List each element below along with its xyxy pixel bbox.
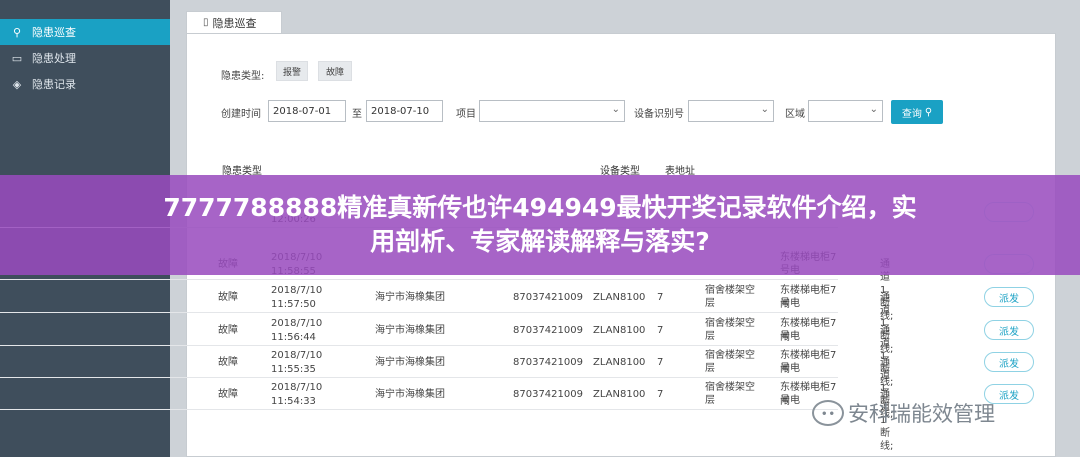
chevron-down-icon: ⌄ [760, 104, 769, 115]
watermark-text: 安科瑞能效管理 [848, 402, 995, 426]
banner-line-2: 用剖析、专家解读解释与落实? [370, 227, 710, 256]
dispatch-button[interactable]: 派发 [984, 352, 1034, 372]
cell-project: 海宁市海橡集团 [375, 292, 445, 303]
project-label: 项目 [456, 109, 476, 120]
tab-inspection[interactable]: ▯ 隐患巡查 [186, 11, 282, 33]
cell-address: 7 [657, 389, 664, 400]
banner-line-1: 7777788888精准真新传也许494949最快开奖记录软件介绍，实 [163, 193, 917, 222]
table-row: 故障 2018/7/10 11:55:35 海宁市海橡集团 87037421009 ZLA… [0, 346, 1034, 420]
chevron-down-icon: ⌄ [869, 104, 878, 115]
overlay-banner: 7777788888精准真新传也许494949最快开奖记录软件介绍，实 用剖析、… [0, 175, 1080, 275]
date-from-input[interactable]: 2018-07-01 [268, 100, 346, 122]
cell-type: 故障 [218, 389, 238, 400]
query-button[interactable]: 查询 ⚲ [891, 100, 943, 124]
type-option-alarm[interactable]: 报警 [276, 61, 308, 81]
cell-area: 宿舍楼架空层 [705, 350, 755, 374]
document-icon: ▯ [203, 17, 209, 28]
monitor-icon: ▭ [11, 51, 23, 65]
cell-time-date: 2018/7/10 [271, 285, 323, 296]
cell-time-date: 2018/7/10 [271, 382, 323, 393]
cell-area: 宿舍楼架空层 [705, 382, 755, 406]
cell-device-type: ZLAN8100 [593, 389, 646, 400]
table-row: 故障 2018/7/10 11:56:44 海宁市海橡集团 87037421009 ZLA… [0, 314, 1034, 388]
cell-project: 海宁市海橡集团 [375, 389, 445, 400]
cell-address: 7 [657, 325, 664, 336]
date-range-separator: 至 [352, 109, 362, 120]
cell-address: 7 [657, 292, 664, 303]
cell-project: 海宁市海橡集团 [375, 325, 445, 336]
device-id-label: 设备识别号 [634, 109, 684, 120]
cell-time-date: 2018/7/10 [271, 318, 323, 329]
search-icon: ⚲ [924, 106, 933, 118]
cell-project: 海宁市海橡集团 [375, 357, 445, 368]
sidebar-item-label: 隐患处理 [32, 52, 76, 65]
type-option-fault[interactable]: 故障 [318, 61, 352, 81]
cell-device-id: 87037421009 [513, 357, 583, 368]
cell-device-id: 87037421009 [513, 389, 583, 400]
date-to-input[interactable]: 2018-07-10 [366, 100, 443, 122]
watermark: ∙∙ 安科瑞能效管理 [812, 398, 995, 428]
cell-device-type: ZLAN8100 [593, 357, 646, 368]
dispatch-button[interactable]: 派发 [984, 320, 1034, 340]
sidebar-item-inspection[interactable]: ⚲ 隐患巡查 [0, 19, 170, 45]
query-button-label: 查询 [901, 108, 922, 120]
area-select[interactable]: ⌄ [808, 100, 883, 122]
cell-area: 宿舍楼架空层 [705, 285, 755, 309]
cell-device-type: ZLAN8100 [593, 292, 646, 303]
cell-type: 故障 [218, 292, 238, 303]
cell-position-2: 闸 [780, 299, 790, 310]
cell-type: 故障 [218, 357, 238, 368]
dispatch-button[interactable]: 派发 [984, 287, 1034, 307]
sidebar-item-records[interactable]: ◈ 隐患记录 [0, 71, 170, 97]
table-row: 故障 2018/7/10 11:54:33 海宁市海橡集团 87037421009 ZLA… [0, 378, 1034, 452]
cell-position-2: 闸 [780, 332, 790, 343]
project-select[interactable]: ⌄ [479, 100, 625, 122]
cell-position-2: 闸 [780, 396, 790, 407]
cell-time-clock: 11:54:33 [271, 396, 316, 407]
sidebar-item-handling[interactable]: ▭ 隐患处理 [0, 45, 170, 71]
device-id-select[interactable]: ⌄ [688, 100, 774, 122]
sidebar-item-label: 隐患巡查 [32, 26, 76, 39]
table-row: 故障 2018/7/10 11:57:50 海宁市海橡集团 87037421009 ZLA… [0, 281, 1034, 355]
tab-label: 隐患巡查 [212, 16, 257, 30]
type-filter-label: 隐患类型: [221, 71, 265, 82]
cell-time-clock: 11:56:44 [271, 332, 316, 343]
chevron-down-icon: ⌄ [611, 104, 620, 115]
cell-time-clock: 11:55:35 [271, 364, 316, 375]
cell-type: 故障 [218, 325, 238, 336]
area-label: 区域 [785, 109, 805, 120]
layers-icon: ◈ [12, 77, 22, 91]
cell-address: 7 [657, 357, 664, 368]
cell-time-date: 2018/7/10 [271, 350, 323, 361]
cell-device-id: 87037421009 [513, 325, 583, 336]
cell-time-clock: 11:57:50 [271, 299, 316, 310]
cell-device-id: 87037421009 [513, 292, 583, 303]
cell-position-2: 闸 [780, 364, 790, 375]
sidebar-item-label: 隐患记录 [32, 78, 76, 91]
created-time-label: 创建时间 [221, 109, 261, 120]
cell-area: 宿舍楼架空层 [705, 318, 755, 342]
cell-device-type: ZLAN8100 [593, 325, 646, 336]
pin-icon: ⚲ [12, 25, 22, 39]
wechat-icon: ∙∙ [812, 400, 844, 426]
